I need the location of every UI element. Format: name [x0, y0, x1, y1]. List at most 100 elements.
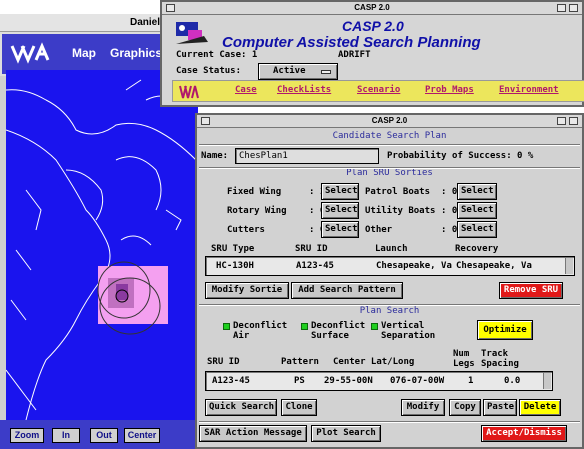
vertical-separation-checkbox[interactable] [371, 323, 378, 330]
remove-sru-button[interactable]: Remove SRU [499, 282, 563, 299]
fixed-wing-select-button[interactable]: Select [321, 183, 359, 200]
deconflict-air-label: Deconflict Air [233, 321, 288, 341]
patrol-boats-count: : 0 [441, 187, 458, 197]
map-controls: Zoom In Out Center [0, 420, 198, 449]
menu-scenario[interactable]: Scenario [357, 85, 400, 95]
col-center: Center Lat/Long [333, 357, 415, 367]
menu-case[interactable]: Case [235, 85, 257, 95]
plan-titlebar: CASP 2.0 [197, 115, 582, 128]
casp-titlebar: CASP 2.0 [162, 2, 582, 15]
minimize-icon[interactable] [557, 4, 566, 12]
search-pattern: PS [294, 376, 305, 386]
delete-button[interactable]: Delete [519, 399, 561, 416]
utility-boats-label: Utility Boats [365, 206, 436, 216]
modify-button[interactable]: Modify [401, 399, 445, 416]
clone-button[interactable]: Clone [281, 399, 317, 416]
col-recovery: Recovery [455, 244, 499, 254]
name-label: Name: [201, 151, 229, 161]
casp-version-title: CASP 2.0 [342, 18, 404, 34]
optimize-button[interactable]: Optimize [477, 320, 533, 340]
divider [199, 421, 580, 423]
logo-icon [179, 85, 199, 99]
current-case-value: ADRIFT [338, 50, 371, 60]
search-scrollbar[interactable] [543, 373, 551, 389]
sorties-heading: Plan SRU Sorties [346, 168, 433, 178]
add-search-pattern-button[interactable]: Add Search Pattern [291, 282, 403, 299]
sortie-list[interactable]: HC-130H A123-45 Chesapeake, Va Chesapeak… [205, 256, 575, 276]
accept-dismiss-button[interactable]: Accept/Dismiss [481, 425, 567, 442]
plan-titlebar-text: CASP 2.0 [371, 116, 408, 125]
col-launch: Launch [375, 244, 408, 254]
rotary-wing-select-button[interactable]: Select [321, 202, 359, 219]
copy-button[interactable]: Copy [449, 399, 481, 416]
probability-of-success: Probability of Success: 0 % [387, 151, 534, 161]
zoom-in-button[interactable]: In [52, 428, 80, 443]
window-menu-icon[interactable] [166, 4, 175, 12]
search-list[interactable]: A123-45 PS 29-55-00N 076-07-00W 1 0.0 [205, 371, 553, 391]
table-row[interactable]: A123-45 PS 29-55-00N 076-07-00W 1 0.0 [206, 372, 546, 390]
menu-map[interactable]: Map [72, 46, 96, 60]
col-sru-type: SRU Type [211, 244, 255, 254]
divider [199, 144, 580, 146]
case-status-dropdown[interactable]: Active [258, 63, 338, 80]
zoom-button[interactable]: Zoom [10, 428, 44, 443]
menu-prob-maps[interactable]: Prob Maps [425, 85, 474, 95]
search-long: 076-07-00W [390, 376, 445, 386]
plan-name-input[interactable]: ChesPlan1 [235, 148, 379, 164]
patrol-boats-select-button[interactable]: Select [457, 183, 497, 200]
casp-titlebar-text: CASP 2.0 [354, 3, 390, 12]
candidate-plan-window: CASP 2.0 Candidate Search Plan Name: Che… [195, 113, 584, 449]
modify-sortie-button[interactable]: Modify Sortie [205, 282, 289, 299]
deconflict-surface-checkbox[interactable] [301, 323, 308, 330]
current-case-label: Current Case: 1 [176, 50, 258, 60]
map-canvas[interactable] [6, 70, 198, 420]
plot-search-button[interactable]: Plot Search [311, 425, 381, 442]
sortie-scrollbar[interactable] [565, 258, 573, 274]
menu-environment[interactable]: Environment [499, 85, 559, 95]
col-search-sru-id: SRU ID [207, 357, 240, 367]
col-sru-id: SRU ID [295, 244, 328, 254]
other-count: : 0 [441, 225, 458, 235]
paste-button[interactable]: Paste [483, 399, 517, 416]
utility-boats-select-button[interactable]: Select [457, 202, 497, 219]
casp-menubar: Case CheckLists Scenario Prob Maps Envir… [172, 80, 584, 102]
logo-icon [10, 42, 50, 64]
vertical-separation-label: Vertical Separation [381, 321, 436, 341]
dropdown-indicator-icon [321, 70, 331, 74]
minimize-icon[interactable] [557, 117, 566, 125]
sortie-recovery: Chesapeake, Va [456, 261, 532, 271]
other-label: Other [365, 225, 393, 235]
fixed-wing-label: Fixed Wing [227, 187, 282, 197]
casp-full-title: Computer Assisted Search Planning [222, 34, 481, 51]
rotary-wing-label: Rotary Wing [227, 206, 287, 216]
quick-search-button[interactable]: Quick Search [205, 399, 277, 416]
search-sru-id: A123-45 [212, 376, 250, 386]
search-spacing: 0.0 [504, 376, 521, 386]
menu-checklists[interactable]: CheckLists [277, 85, 331, 95]
case-status-value: Active [273, 66, 306, 76]
cutters-select-button[interactable]: Select [321, 221, 359, 238]
sortie-sru-id: A123-45 [296, 261, 334, 271]
zoom-out-button[interactable]: Out [90, 428, 118, 443]
col-track-spacing: Track Spacing [481, 349, 519, 369]
table-row[interactable]: HC-130H A123-45 Chesapeake, Va Chesapeak… [206, 257, 566, 275]
cutters-label: Cutters [227, 225, 265, 235]
sar-action-message-button[interactable]: SAR Action Message [199, 425, 307, 442]
col-pattern: Pattern [281, 357, 319, 367]
utility-boats-count: : 0 [441, 206, 458, 216]
search-lat: 29-55-00N [324, 376, 373, 386]
patrol-boats-label: Patrol Boats [365, 187, 431, 197]
casp-logo-icon [176, 22, 208, 44]
other-select-button[interactable]: Select [457, 221, 497, 238]
search-legs: 1 [468, 376, 474, 386]
maximize-icon[interactable] [569, 117, 578, 125]
menu-graphics[interactable]: Graphics [110, 46, 162, 60]
deconflict-air-checkbox[interactable] [223, 323, 230, 330]
plan-heading: Candidate Search Plan [332, 131, 447, 141]
maximize-icon[interactable] [569, 4, 578, 12]
col-num-legs: Num Legs [453, 349, 475, 369]
center-button[interactable]: Center [124, 428, 160, 443]
sortie-launch: Chesapeake, Va [376, 261, 452, 271]
coastline-map [6, 79, 197, 420]
window-menu-icon[interactable] [201, 117, 210, 125]
